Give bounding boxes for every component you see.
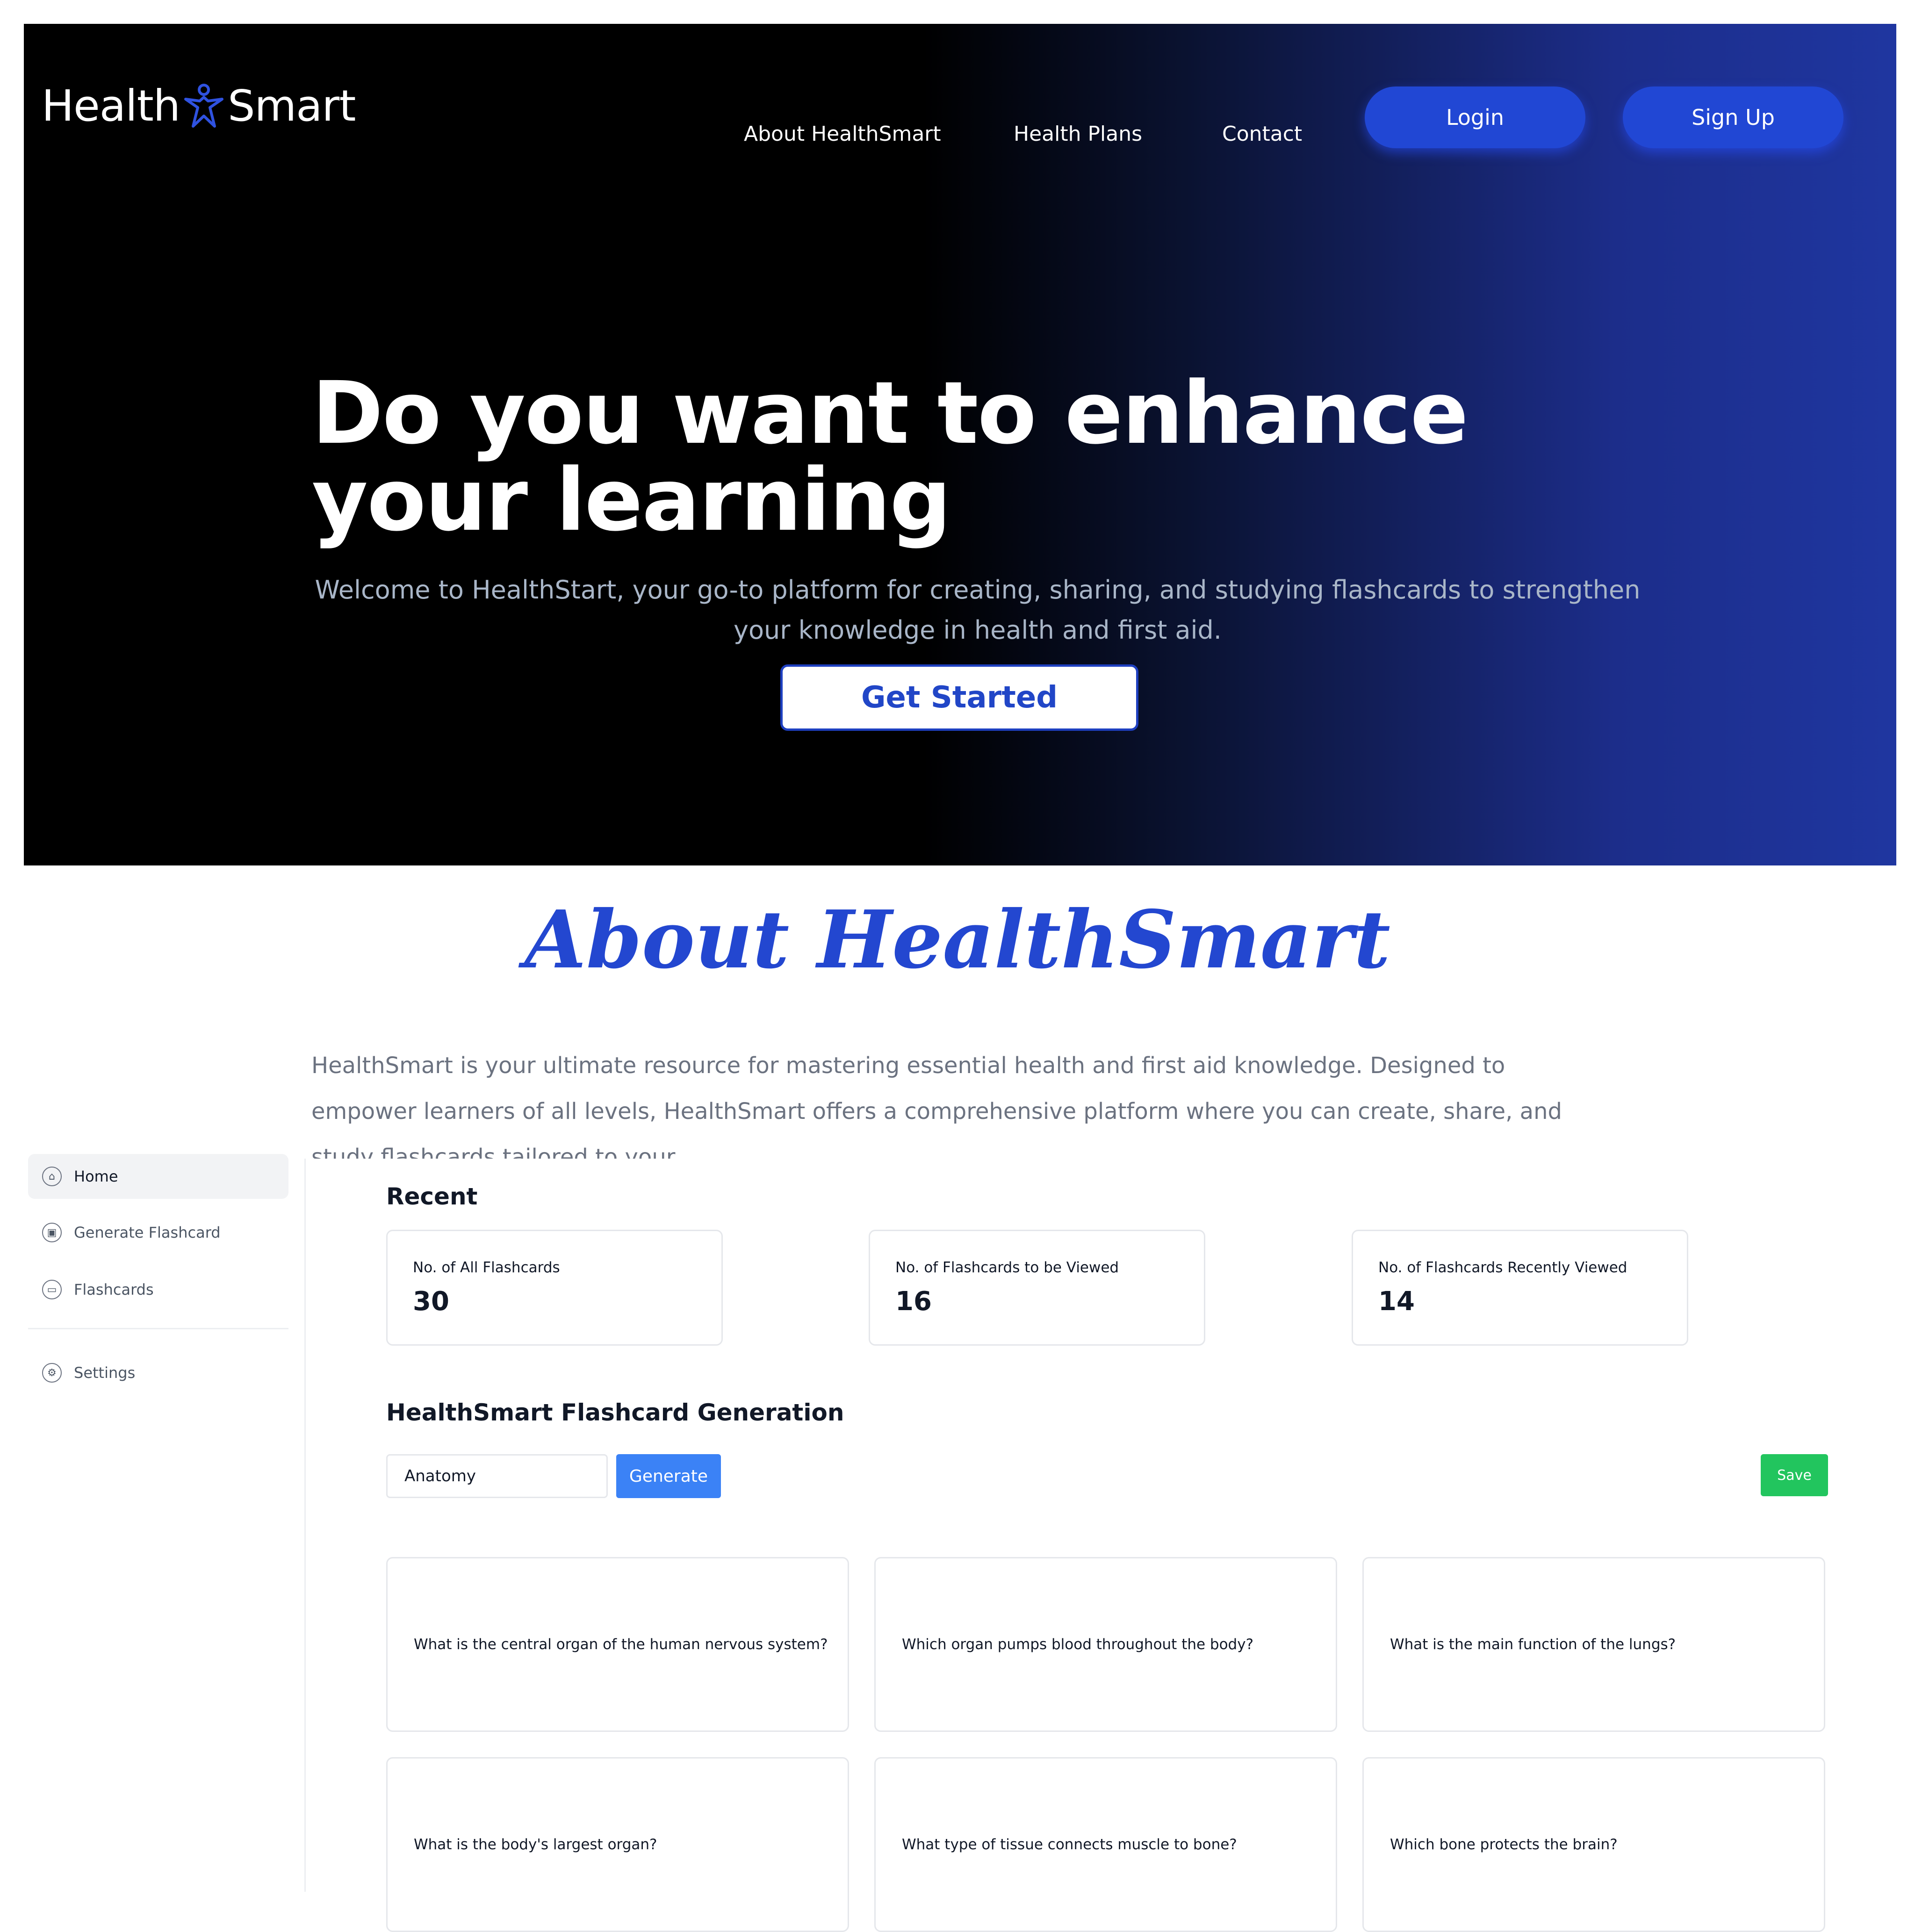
flashcard[interactable]: Which bone protects the brain? [1362,1757,1825,1932]
sidebar-item-flashcards[interactable]: ▭ Flashcards [28,1267,288,1312]
stat-value: 14 [1378,1286,1415,1317]
robot-icon: ▣ [42,1223,62,1242]
login-button[interactable]: Login [1365,87,1585,148]
flashcard[interactable]: What is the main function of the lungs? [1362,1557,1825,1732]
person-star-icon [184,84,224,128]
save-button[interactable]: Save [1761,1454,1828,1496]
sidebar-item-settings[interactable]: ⚙ Settings [28,1350,288,1395]
stat-value: 30 [413,1286,449,1317]
sidebar-item-home[interactable]: ⌂ Home [28,1154,288,1199]
logo[interactable]: Health Smart [42,78,356,134]
home-icon: ⌂ [42,1167,62,1186]
flashcard[interactable]: What type of tissue connects muscle to b… [874,1757,1337,1932]
logo-text-right: Smart [228,80,356,131]
sidebar-divider [304,1159,306,1892]
sidebar-item-label: Settings [74,1364,136,1382]
stat-label: No. of Flashcards to be Viewed [895,1259,1119,1276]
about-title: About HealthSmart [525,893,1390,987]
flashcard[interactable]: What is the central organ of the human n… [386,1557,849,1732]
nav-about[interactable]: About HealthSmart [744,122,941,146]
topic-input[interactable]: Anatomy [386,1454,608,1498]
logo-text-left: Health [42,80,180,131]
generate-button[interactable]: Generate [616,1454,721,1498]
hero-subtitle: Welcome to HealthStart, your go-to platf… [315,575,1641,645]
hero-section: Health Smart About HealthSmart Health Pl… [24,24,1896,865]
sidebar-item-label: Flashcards [74,1281,154,1298]
hero-title: Do you want to enhance your learning [312,363,1469,550]
recent-title: Recent [386,1183,478,1210]
sidebar-item-label: Home [74,1168,118,1185]
stat-card-to-be-viewed: No. of Flashcards to be Viewed 16 [869,1230,1205,1346]
sidebar-item-label: Generate Flashcard [74,1224,221,1241]
flashcard[interactable]: Which organ pumps blood throughout the b… [874,1557,1337,1732]
generation-title: HealthSmart Flashcard Generation [386,1399,844,1426]
folder-icon: ▭ [42,1280,62,1299]
nav-health-plans[interactable]: Health Plans [1014,122,1142,146]
get-started-button[interactable]: Get Started [780,664,1138,731]
gear-icon: ⚙ [42,1363,62,1383]
sidebar-item-generate-flashcard[interactable]: ▣ Generate Flashcard [28,1210,288,1255]
sidebar-separator [28,1328,288,1329]
stat-label: No. of Flashcards Recently Viewed [1378,1259,1627,1276]
stat-value: 16 [895,1286,932,1317]
stat-label: No. of All Flashcards [413,1259,560,1276]
signup-button[interactable]: Sign Up [1623,87,1843,148]
nav-contact[interactable]: Contact [1222,122,1302,146]
flashcard[interactable]: What is the body's largest organ? [386,1757,849,1932]
stat-card-all: No. of All Flashcards 30 [386,1230,723,1346]
stat-card-recently-viewed: No. of Flashcards Recently Viewed 14 [1352,1230,1688,1346]
